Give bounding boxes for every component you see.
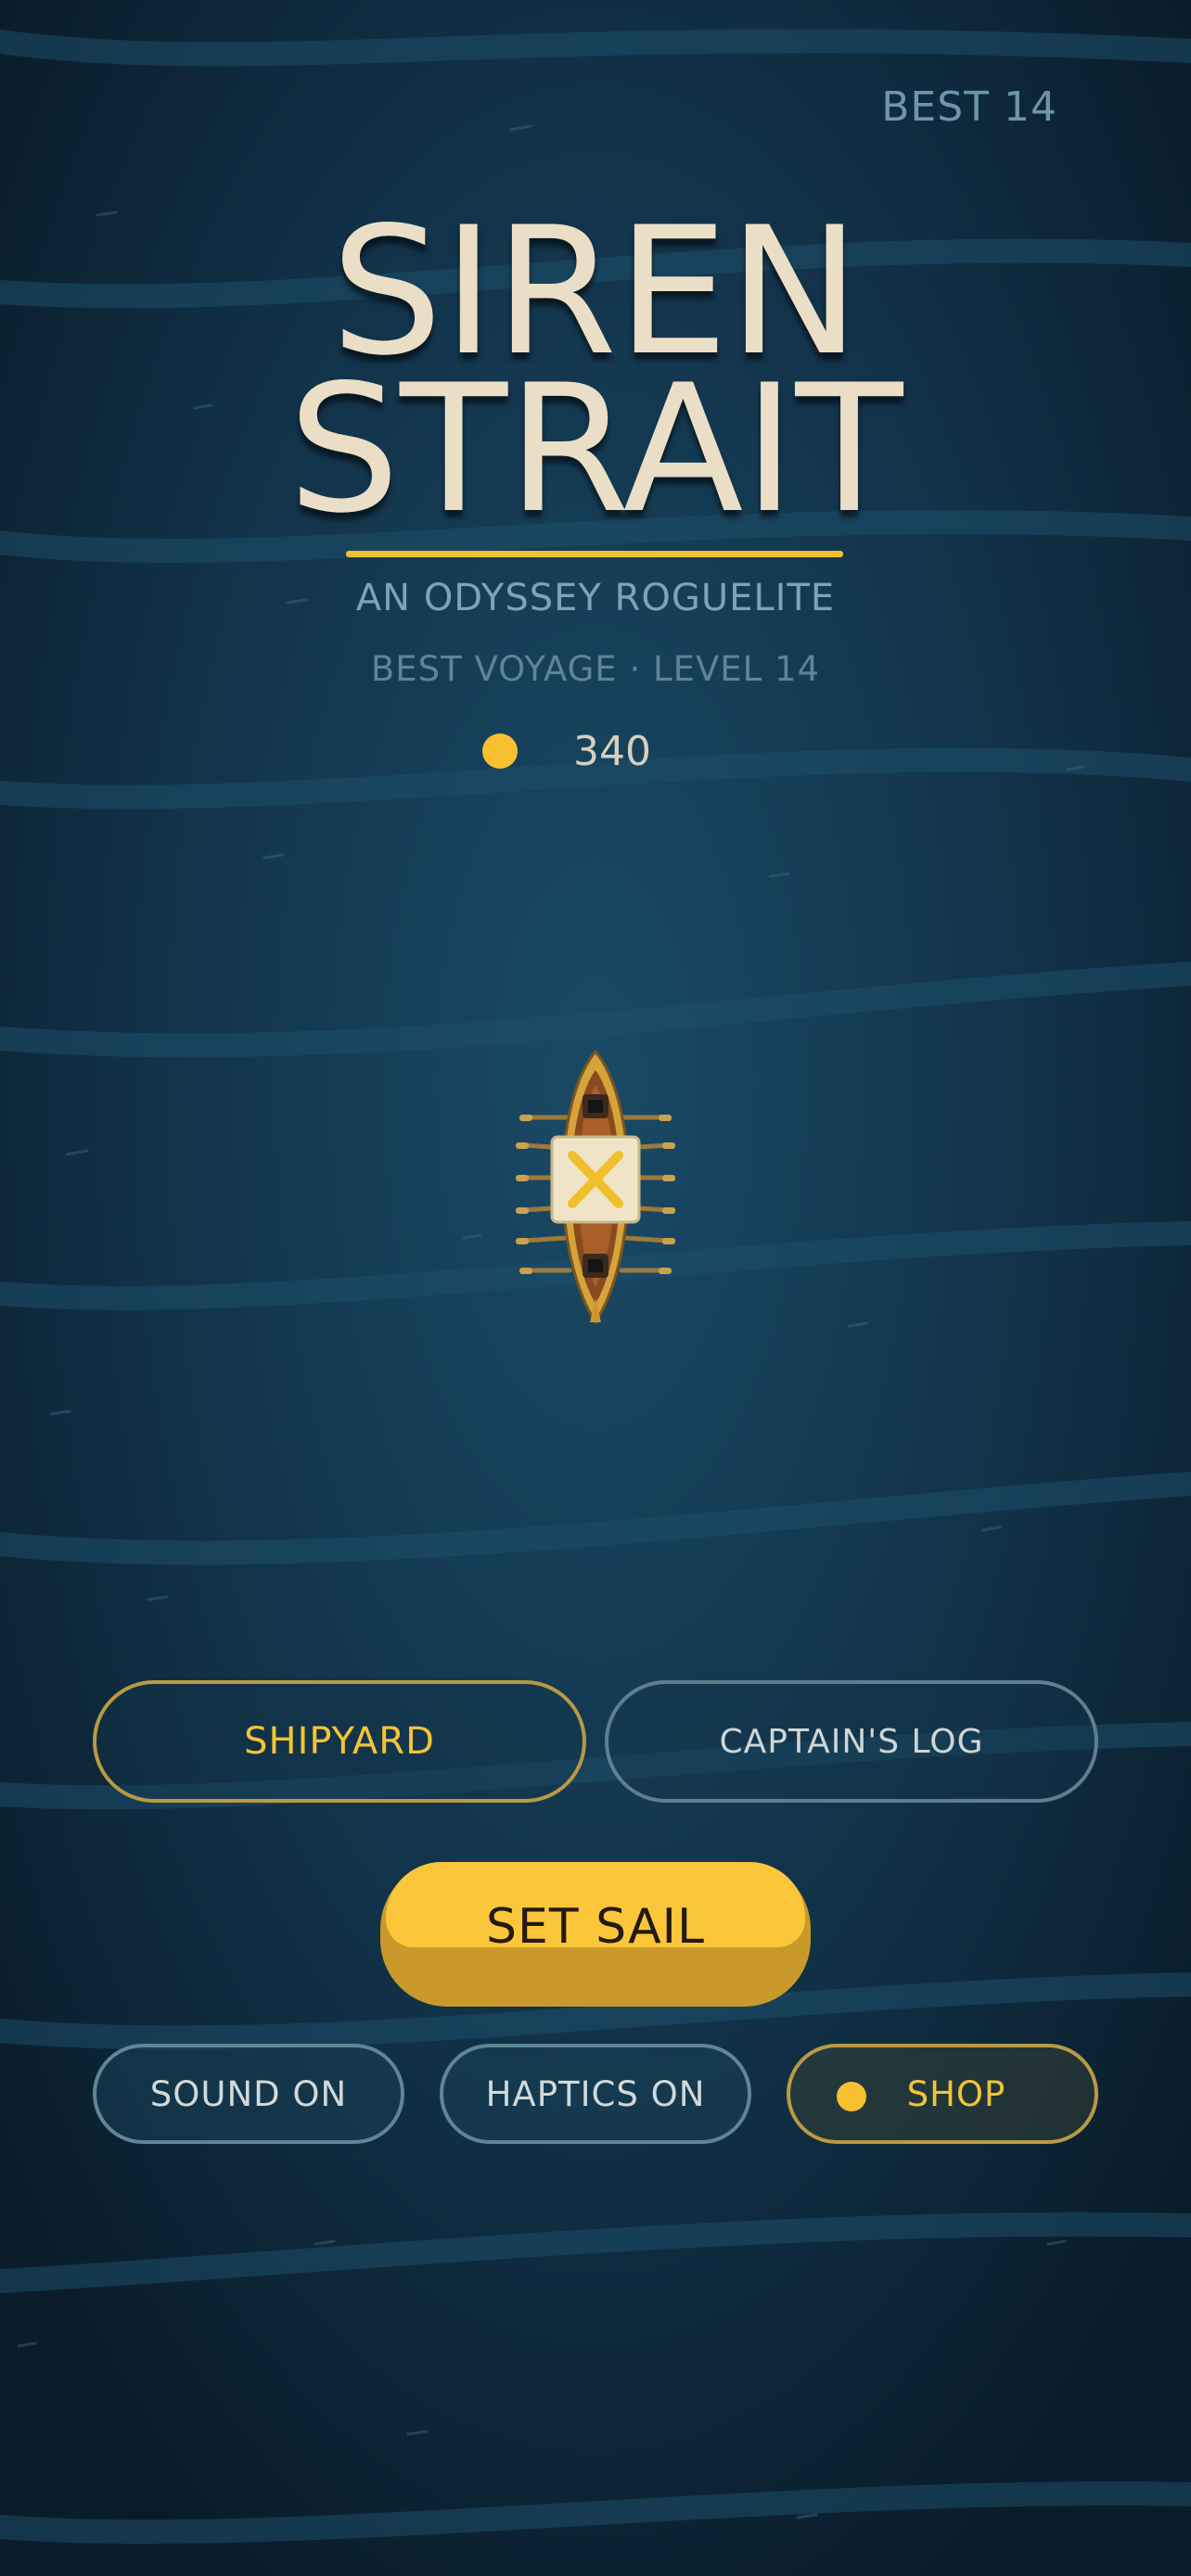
coin-icon (482, 733, 518, 769)
coin-counter: 340 (482, 723, 651, 779)
ship-icon (516, 1049, 675, 1325)
title-underline (346, 551, 843, 557)
game-title-line-2: STRAIT (288, 347, 903, 552)
best-score-label: BEST 14 (881, 83, 1057, 131)
shipyard-button[interactable]: SHIPYARD (93, 1680, 586, 1803)
sound-toggle[interactable]: SOUND ON (93, 2044, 404, 2144)
captains-log-button[interactable]: CAPTAIN'S LOG (605, 1680, 1098, 1803)
best-voyage-label: BEST VOYAGE · LEVEL 14 (370, 649, 821, 689)
shop-label: SHOP (906, 2073, 1006, 2114)
haptics-toggle[interactable]: HAPTICS ON (440, 2044, 751, 2144)
game-subtitle: AN ODYSSEY ROGUELITE (355, 577, 836, 619)
shop-button[interactable]: SHOP (787, 2044, 1098, 2144)
coin-icon (837, 2082, 866, 2111)
coin-count: 340 (573, 727, 651, 775)
set-sail-button[interactable]: SET SAIL (380, 1862, 811, 2007)
set-sail-label: SET SAIL (485, 1899, 705, 1955)
